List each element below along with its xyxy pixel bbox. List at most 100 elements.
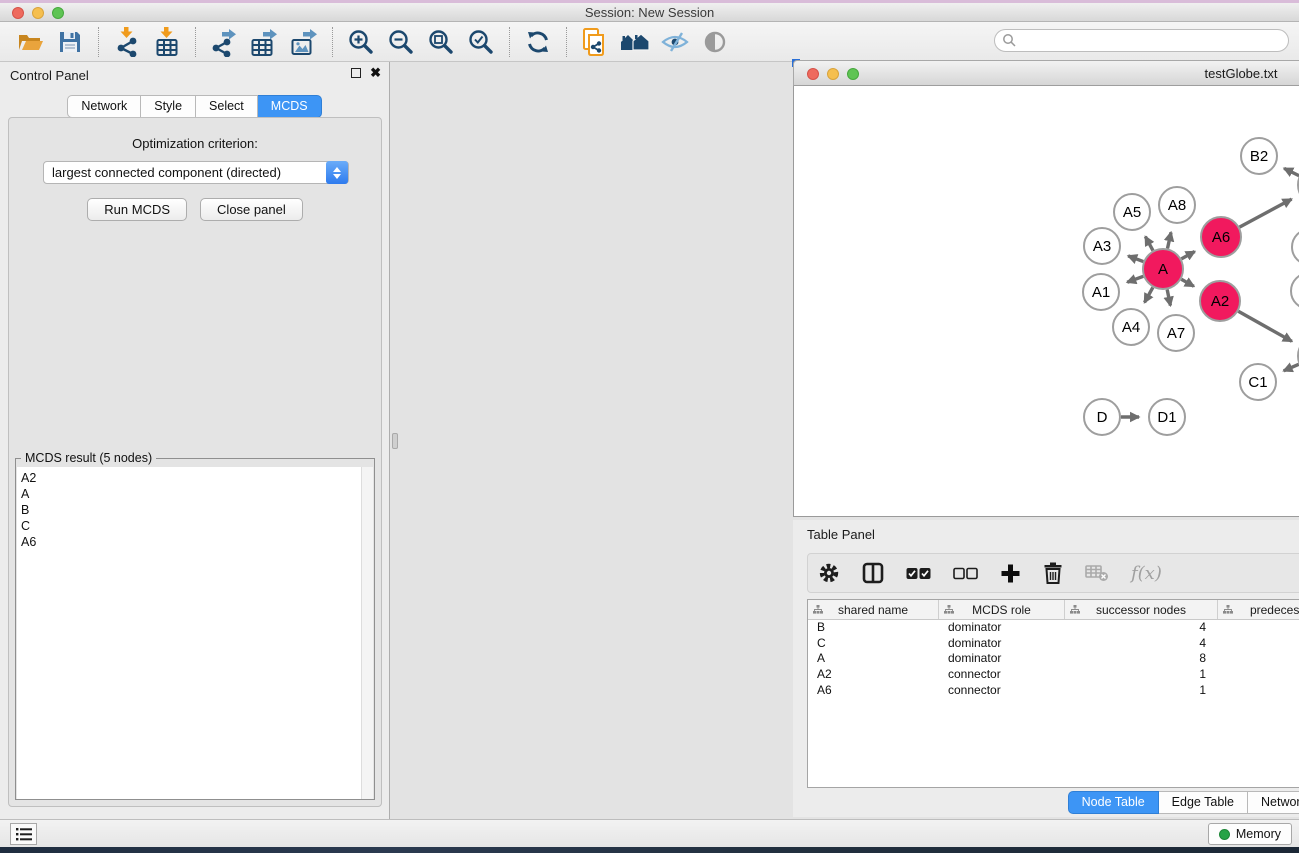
mcds-result-item[interactable]: A2 <box>21 470 362 486</box>
graph-node-A4[interactable]: A4 <box>1113 309 1149 345</box>
float-panel-icon[interactable] <box>351 68 361 78</box>
zoom-in-button[interactable] <box>341 25 381 59</box>
hide-details-button[interactable] <box>655 25 695 59</box>
graph-node-A2[interactable]: A2 <box>1200 281 1240 321</box>
table-cell: dominator <box>939 620 1065 636</box>
network-close-button[interactable] <box>807 68 819 80</box>
close-panel-icon[interactable]: ✖ <box>370 68 381 78</box>
function-builder-icon: f(x) <box>1131 563 1162 584</box>
criterion-dropdown[interactable]: largest connected component (directed) <box>43 161 349 184</box>
show-details-button[interactable] <box>695 25 735 59</box>
task-history-button[interactable] <box>10 823 37 845</box>
traffic-lights <box>12 7 64 19</box>
run-mcds-button[interactable]: Run MCDS <box>87 198 187 221</box>
table-cell: B <box>808 620 939 636</box>
graph-node-A8[interactable]: A8 <box>1159 187 1195 223</box>
search-input[interactable] <box>1017 32 1288 50</box>
column-header-successor-nodes[interactable]: successor nodes <box>1065 600 1218 619</box>
split-panel-icon[interactable] <box>862 562 884 584</box>
table-row[interactable]: Bdominator41B <box>808 620 1299 636</box>
graph-node-A3[interactable]: A3 <box>1084 228 1120 264</box>
table-cell: 8 <box>1065 651 1218 667</box>
table-row[interactable]: Cdominator41C <box>808 636 1299 652</box>
table-row[interactable]: A6connector11A6 <box>808 683 1299 699</box>
graph-node-A6[interactable]: A6 <box>1201 217 1241 257</box>
mcds-result-title: MCDS result (5 nodes) <box>21 451 156 465</box>
status-bar: Memory <box>0 819 1299 847</box>
export-network-button[interactable] <box>204 25 244 59</box>
graph-node-C1[interactable]: C1 <box>1240 364 1276 400</box>
tab-network[interactable]: Network <box>67 95 141 118</box>
export-image-button[interactable] <box>284 25 324 59</box>
graph-node-A5[interactable]: A5 <box>1114 194 1150 230</box>
select-all-icon[interactable] <box>906 567 931 580</box>
list-icon <box>16 827 32 841</box>
minimize-window-button[interactable] <box>32 7 44 19</box>
mcds-result-item[interactable]: B <box>21 502 362 518</box>
network-minimize-button[interactable] <box>827 68 839 80</box>
home-button[interactable] <box>615 25 655 59</box>
close-window-button[interactable] <box>12 7 24 19</box>
show-details-icon <box>702 30 728 54</box>
tab-style[interactable]: Style <box>141 95 196 118</box>
graph-edge-A-A7 <box>1167 290 1170 306</box>
graph-node-B2[interactable]: B2 <box>1241 138 1277 174</box>
mcds-result-scrollbar[interactable] <box>361 467 373 799</box>
add-column-icon[interactable] <box>1000 563 1021 584</box>
search-box[interactable] <box>994 29 1289 52</box>
mcds-panel: Optimization criterion: largest connecte… <box>8 117 382 807</box>
graph-node-D1[interactable]: D1 <box>1149 399 1185 435</box>
open-session-button[interactable] <box>10 25 50 59</box>
graph-node-A[interactable]: A <box>1143 249 1183 289</box>
table-panel-tabs: Node TableEdge TableNetwork TableMotifs <box>1068 791 1299 814</box>
tab-select[interactable]: Select <box>196 95 258 118</box>
network-graph: AA1A2A3A4A5A6A7A8BB1B2B3B4CC1C2C3C4DD1 <box>794 86 1299 515</box>
network-canvas[interactable]: AA1A2A3A4A5A6A7A8BB1B2B3B4CC1C2C3C4DD1 <box>793 86 1299 517</box>
control-panel: Control Panel ✖ NetworkStyleSelectMCDS O… <box>0 62 390 819</box>
table-row[interactable]: Adominator80A <box>808 651 1299 667</box>
graph-node-D[interactable]: D <box>1084 399 1120 435</box>
node-table[interactable]: shared nameMCDS rolesuccessor nodesprede… <box>807 599 1299 788</box>
zoom-out-button[interactable] <box>381 25 421 59</box>
table-cell: 1 <box>1218 636 1299 652</box>
deselect-all-icon[interactable] <box>953 567 978 580</box>
tab-network-table[interactable]: Network Table <box>1248 791 1299 814</box>
export-table-button[interactable] <box>244 25 284 59</box>
table-row[interactable]: A2connector11A2 <box>808 667 1299 683</box>
graph-edge-A-A2 <box>1181 279 1194 286</box>
memory-button[interactable]: Memory <box>1208 823 1292 845</box>
zoom-window-button[interactable] <box>52 7 64 19</box>
network-zoom-button[interactable] <box>847 68 859 80</box>
mcds-result-item[interactable]: C <box>21 518 362 534</box>
tab-edge-table[interactable]: Edge Table <box>1159 791 1248 814</box>
import-table-button[interactable] <box>147 25 187 59</box>
close-panel-button[interactable]: Close panel <box>200 198 303 221</box>
column-header-shared-name[interactable]: shared name <box>808 600 939 619</box>
zoom-selected-button[interactable] <box>461 25 501 59</box>
splitter-grip[interactable] <box>392 433 398 449</box>
copy-network-icon <box>581 27 609 57</box>
gear-icon[interactable] <box>818 562 840 584</box>
mcds-result-item[interactable]: A6 <box>21 534 362 550</box>
delete-column-icon[interactable] <box>1043 562 1063 584</box>
mcds-result-item[interactable]: A <box>21 486 362 502</box>
graph-node-C2[interactable]: C2 <box>1291 273 1299 309</box>
graph-node-A1[interactable]: A1 <box>1083 274 1119 310</box>
network-window-titlebar[interactable]: testGlobe.txt <box>793 60 1299 86</box>
graph-node-A7[interactable]: A7 <box>1158 315 1194 351</box>
network-window-title: testGlobe.txt <box>794 61 1299 86</box>
tab-node-table[interactable]: Node Table <box>1068 791 1159 814</box>
table-body: Bdominator41BCdominator41CAdominator80AA… <box>808 620 1299 698</box>
save-session-button[interactable] <box>50 25 90 59</box>
column-header-predecessor-nodes[interactable]: predecessor nodes <box>1218 600 1299 619</box>
table-cell: A6 <box>808 683 939 699</box>
copy-network-button[interactable] <box>575 25 615 59</box>
import-network-button[interactable] <box>107 25 147 59</box>
graph-node-B1[interactable]: B1 <box>1292 229 1299 265</box>
zoom-fit-button[interactable] <box>421 25 461 59</box>
tab-mcds[interactable]: MCDS <box>258 95 322 118</box>
column-header-mcds-role[interactable]: MCDS role <box>939 600 1065 619</box>
mcds-result-box: MCDS result (5 nodes) A2ABCA6 <box>15 458 375 800</box>
apply-layout-button[interactable] <box>518 25 558 59</box>
workspace: testGlobe.txt AA1A2A3A4A5A6A7A8BB1B2B3B4… <box>390 62 1299 819</box>
